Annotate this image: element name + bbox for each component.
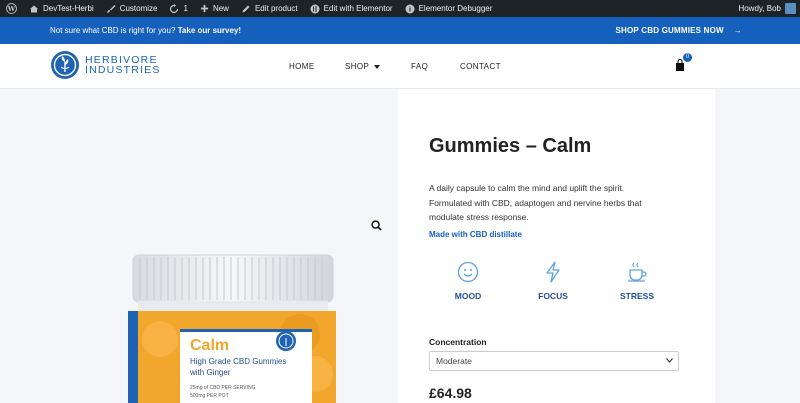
concentration-select[interactable]: Moderate [429, 351, 679, 371]
distillate-link[interactable]: Made with CBD distillate [429, 230, 522, 239]
product-jar-image[interactable] [0, 89, 398, 403]
chevron-down-icon [666, 358, 673, 363]
nav-shop-label: SHOP [345, 62, 370, 71]
jar-label-subtitle-2: with Ginger [190, 368, 231, 377]
edit-elementor-link[interactable]: Edit with Elementor [304, 0, 399, 17]
elementor-debugger-link[interactable]: Elementor Debugger [399, 0, 499, 17]
avatar [785, 3, 796, 14]
concentration-label: Concentration [429, 337, 487, 347]
updates-link[interactable]: 1 [163, 0, 193, 17]
svg-text:W: W [7, 5, 16, 13]
product-gallery: Calm High Grade CBD Gummies with Ginger … [0, 89, 398, 403]
zoom-button[interactable] [371, 218, 382, 236]
jar-label-name: Calm [190, 337, 230, 354]
wordpress-icon: W [6, 3, 17, 14]
arrow-right-icon: → [733, 26, 742, 35]
elementor-debugger-label: Elementor Debugger [418, 4, 493, 13]
jar-label-subtitle-1: High Grade CBD Gummies [190, 357, 287, 366]
nav-shop[interactable]: SHOP [345, 62, 381, 71]
paintbrush-icon [106, 4, 116, 13]
customize-link[interactable]: Customize [100, 0, 164, 17]
elementor-icon [310, 4, 320, 13]
howdy-label: Howdy, Bob [738, 4, 781, 13]
pencil-icon [242, 5, 250, 12]
magnifier-icon [371, 220, 382, 231]
benefit-mood-label: MOOD [454, 291, 482, 301]
nav-faq[interactable]: FAQ [411, 62, 428, 71]
jar-label-detail-1: 25mg of CBD PER SERVING [190, 385, 256, 391]
site-name-label: DevTest-Herbi [43, 4, 94, 13]
lightning-icon [546, 261, 560, 283]
wordpress-logo-button[interactable]: W [0, 0, 23, 17]
smile-icon [457, 261, 479, 283]
survey-question: Not sure what CBD is right for you? [50, 26, 176, 35]
nav-contact[interactable]: CONTACT [460, 62, 501, 71]
site-header: HERBIVORE INDUSTRIES HOME SHOP FAQ CONTA… [0, 44, 800, 89]
benefit-stress-label: STRESS [619, 291, 654, 301]
concentration-value: Moderate [436, 356, 472, 366]
new-content-link[interactable]: New [194, 0, 235, 17]
shop-gummies-label: SHOP CBD GUMMIES NOW [615, 26, 724, 35]
nav-home[interactable]: HOME [289, 62, 315, 71]
edit-elementor-label: Edit with Elementor [323, 4, 393, 13]
site-name-link[interactable]: DevTest-Herbi [23, 0, 100, 17]
tea-cup-icon [628, 262, 647, 282]
benefit-focus-label: FOCUS [538, 291, 568, 301]
plus-icon [200, 4, 209, 13]
cart-count-badge: 0 [683, 53, 692, 62]
info-icon [405, 4, 415, 13]
home-icon [30, 5, 38, 12]
survey-link[interactable]: Take our survey! [178, 26, 241, 35]
caret-down-icon [374, 64, 381, 69]
customize-label: Customize [119, 4, 158, 13]
product-price: £64.98 [429, 385, 472, 401]
account-menu[interactable]: Howdy, Bob [732, 0, 800, 17]
admin-bar: W DevTest-Herbi Customize 1 New Edit pro… [0, 0, 800, 17]
promo-bar: Not sure what CBD is right for you? Take… [0, 17, 800, 44]
edit-product-label: Edit product [254, 4, 298, 13]
product-description: A daily capsule to calm the mind and upl… [429, 183, 642, 222]
cart-button[interactable]: 0 [675, 53, 692, 76]
shop-gummies-link[interactable]: SHOP CBD GUMMIES NOW → [615, 26, 742, 35]
page-margin [715, 89, 800, 403]
edit-product-link[interactable]: Edit product [235, 0, 304, 17]
jar-label-detail-2: 500mg PER POT [190, 393, 229, 399]
refresh-icon [170, 3, 179, 13]
product-title: Gummies – Calm [429, 135, 592, 157]
product-summary: Gummies – Calm A daily capsule to calm t… [398, 89, 715, 403]
survey-prompt: Not sure what CBD is right for you? Take… [50, 26, 241, 35]
new-label: New [212, 4, 229, 13]
updates-count: 1 [183, 4, 188, 13]
